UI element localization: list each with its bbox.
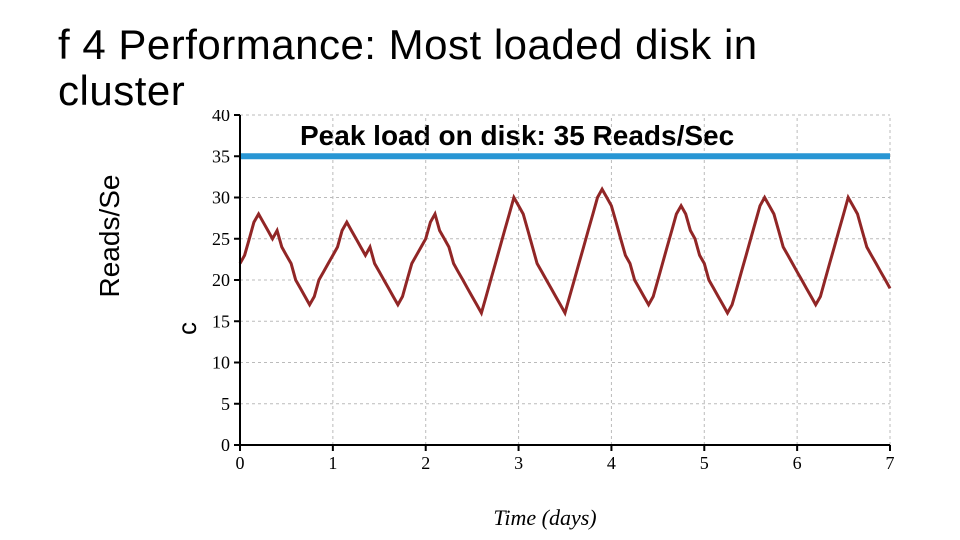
svg-text:2: 2 [421, 453, 430, 473]
svg-text:30: 30 [212, 188, 230, 208]
x-axis-label: Time (days) [190, 505, 900, 531]
svg-text:35: 35 [212, 146, 230, 166]
slide-title: f 4 Performance: Most loaded disk in clu… [58, 22, 878, 114]
svg-text:1: 1 [328, 453, 337, 473]
svg-text:15: 15 [212, 311, 230, 331]
svg-text:5: 5 [221, 394, 230, 414]
svg-text:3: 3 [514, 453, 523, 473]
svg-text:0: 0 [236, 453, 245, 473]
svg-text:0: 0 [221, 435, 230, 455]
svg-text:4: 4 [607, 453, 616, 473]
svg-text:20: 20 [212, 270, 230, 290]
svg-text:5: 5 [700, 453, 709, 473]
chart-svg: 0 5 10 15 20 25 30 35 40 0 1 2 3 4 5 6 7 [190, 110, 900, 480]
slide: f 4 Performance: Most loaded disk in clu… [0, 0, 960, 540]
svg-text:25: 25 [212, 229, 230, 249]
y-axis-label-main: Reads/Se [94, 175, 126, 298]
svg-text:6: 6 [793, 453, 802, 473]
svg-text:7: 7 [886, 453, 895, 473]
svg-text:10: 10 [212, 353, 230, 373]
chart: 0 5 10 15 20 25 30 35 40 0 1 2 3 4 5 6 7 [190, 110, 900, 480]
svg-text:40: 40 [212, 110, 230, 125]
